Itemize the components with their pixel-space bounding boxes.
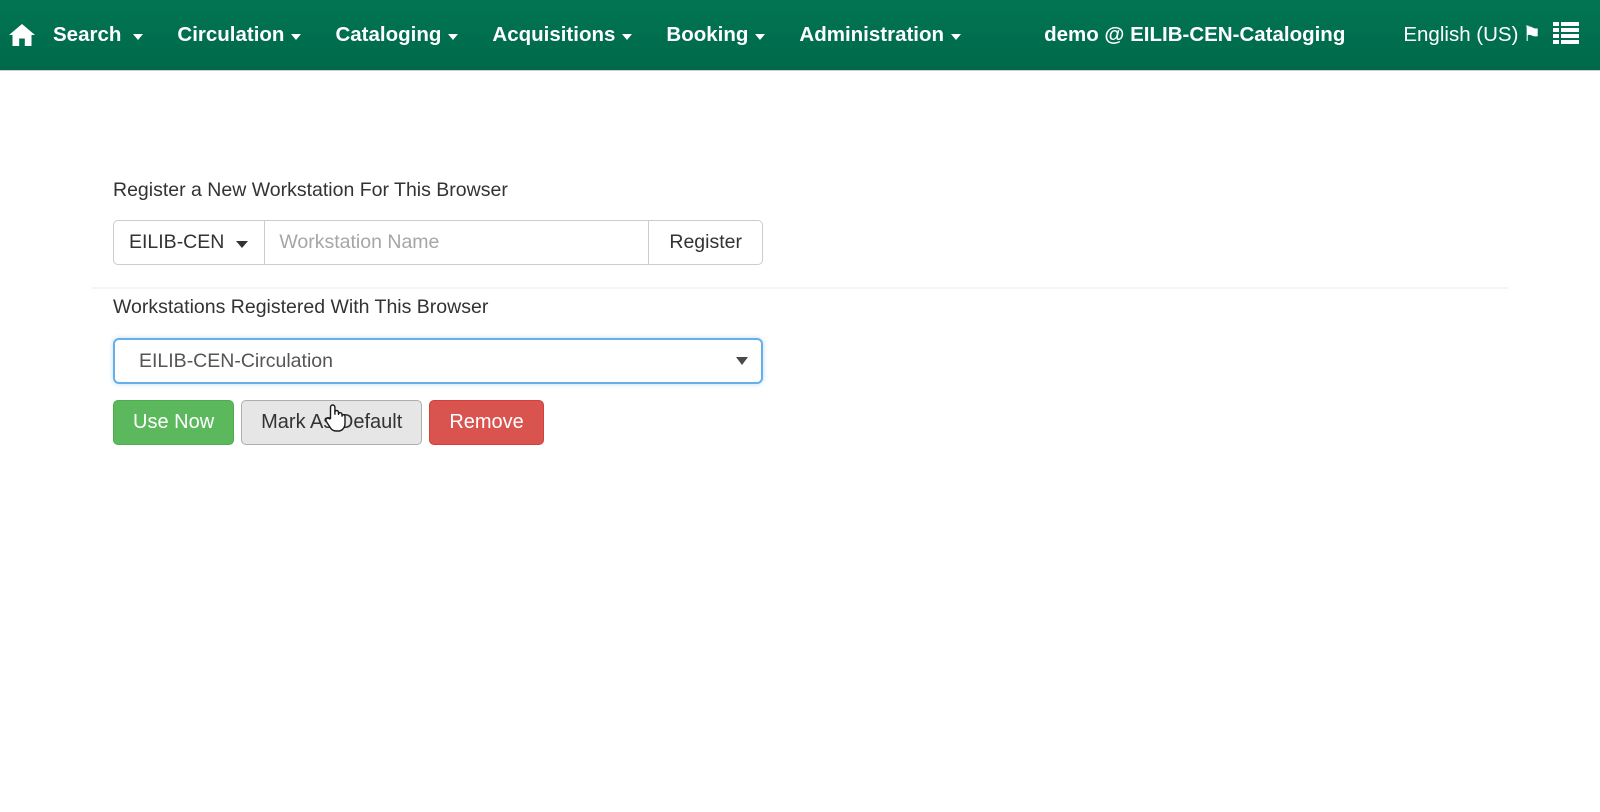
remove-button[interactable]: Remove <box>429 399 544 445</box>
chevron-down-icon <box>291 34 302 40</box>
home-button[interactable] <box>0 0 36 71</box>
workstation-name-input[interactable] <box>265 219 649 265</box>
register-workstation-section: Register a New Workstation For This Brow… <box>113 179 763 265</box>
chevron-down-icon <box>448 34 459 40</box>
chevron-down-icon <box>133 34 144 40</box>
workstation-actions: Use Now Mark As Default Remove <box>113 399 763 445</box>
registered-section-heading: Workstations Registered With This Browse… <box>113 296 489 318</box>
section-divider <box>92 287 1508 289</box>
use-now-button[interactable]: Use Now <box>113 399 235 445</box>
flag-icon: ⚑ <box>1522 22 1542 46</box>
chevron-down-icon <box>236 240 249 248</box>
nav-menu-booking-label: Booking <box>666 23 749 46</box>
chevron-down-icon <box>951 34 962 40</box>
nav-menu-administration[interactable]: Administration <box>782 0 978 71</box>
nav-menu-administration-label: Administration <box>799 23 945 46</box>
chevron-down-icon <box>622 34 633 40</box>
org-unit-label: EILIB-CEN <box>129 230 225 253</box>
nav-menu-acquisitions[interactable]: Acquisitions <box>475 0 649 71</box>
current-user-workstation[interactable]: demo @ EILIB-CEN-Cataloging <box>1028 0 1361 71</box>
workstation-select-wrapper: EILIB-CEN-Circulation <box>113 337 763 384</box>
navbar-list-button[interactable] <box>1553 0 1580 71</box>
nav-menu-circulation[interactable]: Circulation <box>160 0 318 71</box>
nav-menu-acquisitions-label: Acquisitions <box>492 23 616 46</box>
register-button[interactable]: Register <box>648 219 763 265</box>
register-workstation-form: EILIB-CEN Register <box>113 219 763 265</box>
nav-menu-booking[interactable]: Booking <box>649 0 782 71</box>
home-icon <box>8 22 36 48</box>
nav-menu-search[interactable]: Search <box>36 0 160 71</box>
nav-menu-search-label: Search <box>53 23 122 46</box>
language-label: English (US) <box>1403 23 1519 46</box>
register-section-heading: Register a New Workstation For This Brow… <box>113 179 508 201</box>
language-selector[interactable]: English (US) ⚑ <box>1391 0 1553 71</box>
mark-as-default-button[interactable]: Mark As Default <box>241 399 423 445</box>
top-navbar: Search Circulation Cataloging Acquisitio… <box>0 0 1600 71</box>
registered-workstations-section: Workstations Registered With This Browse… <box>113 296 763 445</box>
nav-menu-cataloging-label: Cataloging <box>335 23 442 46</box>
org-unit-selector[interactable]: EILIB-CEN <box>113 219 266 265</box>
list-icon <box>1553 21 1580 50</box>
chevron-down-icon <box>755 34 766 40</box>
nav-menu-cataloging[interactable]: Cataloging <box>318 0 475 71</box>
workstation-select[interactable]: EILIB-CEN-Circulation <box>113 337 763 384</box>
nav-menu-circulation-label: Circulation <box>177 23 285 46</box>
main-content: Register a New Workstation For This Brow… <box>0 71 1600 812</box>
